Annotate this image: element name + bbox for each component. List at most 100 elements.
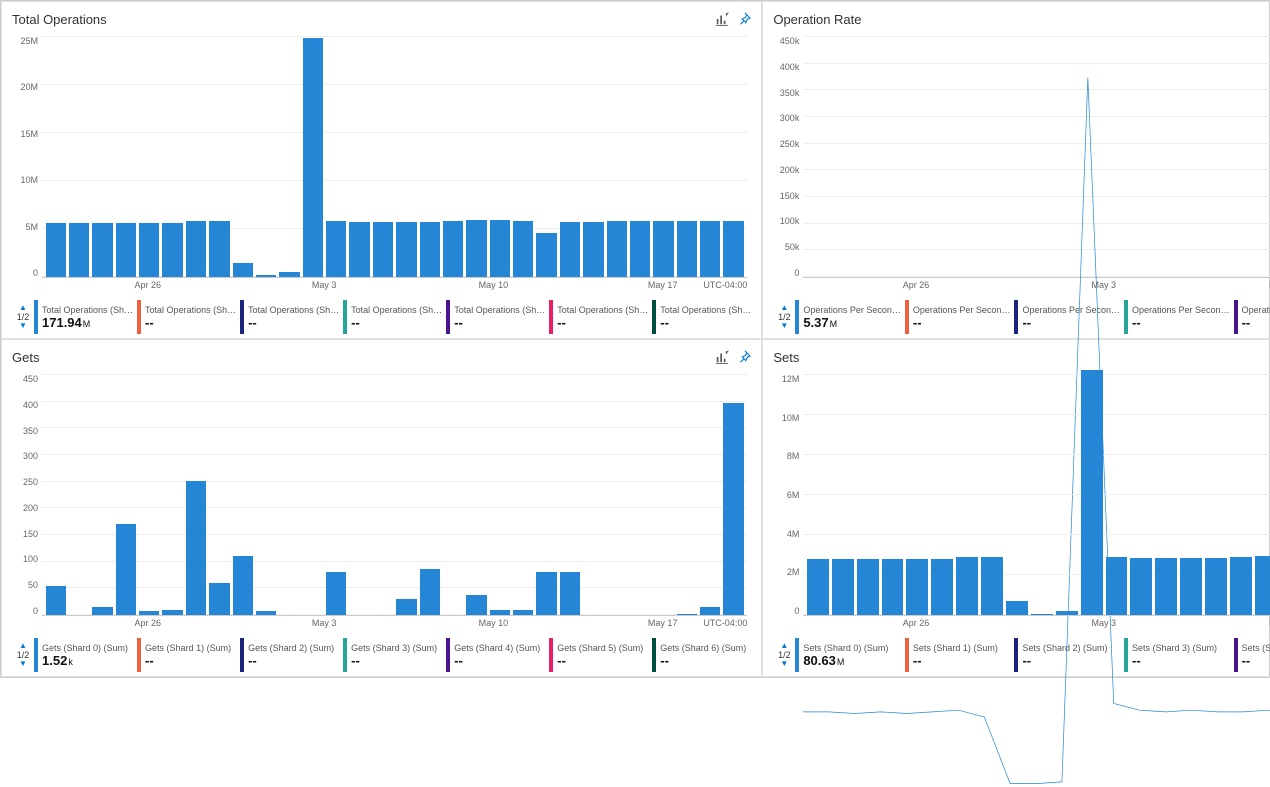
legend-item[interactable]: Gets (Shard 6) (Sum)--: [652, 638, 751, 672]
legend-item[interactable]: Total Operations (Sh…--: [446, 300, 545, 334]
bar[interactable]: [326, 572, 346, 615]
bar[interactable]: [1130, 558, 1152, 615]
bar[interactable]: [700, 607, 720, 615]
bar[interactable]: [1006, 601, 1028, 615]
bar[interactable]: [981, 557, 1003, 615]
bar[interactable]: [700, 221, 720, 277]
bar[interactable]: [396, 599, 416, 615]
bar[interactable]: [536, 572, 556, 615]
bar[interactable]: [490, 220, 510, 277]
bar[interactable]: [1255, 556, 1270, 615]
pin-icon[interactable]: [737, 350, 751, 364]
bar[interactable]: [956, 557, 978, 615]
bar[interactable]: [677, 221, 697, 277]
chevron-up-icon[interactable]: ▲: [19, 642, 27, 650]
bar[interactable]: [349, 222, 369, 277]
legend-item[interactable]: Total Operations (Sh…--: [652, 300, 751, 334]
legend-item[interactable]: Total Operations (Sh…--: [240, 300, 339, 334]
bar[interactable]: [513, 610, 533, 615]
bar[interactable]: [256, 275, 276, 277]
bar[interactable]: [1031, 614, 1053, 615]
chart-area[interactable]: 25M20M15M10M5M0Apr 26May 3May 10May 17UT…: [12, 36, 751, 298]
bar[interactable]: [279, 272, 299, 277]
bar[interactable]: [857, 559, 879, 615]
bar[interactable]: [466, 595, 486, 615]
bar[interactable]: [723, 403, 743, 615]
bar[interactable]: [92, 223, 112, 277]
bar[interactable]: [326, 221, 346, 277]
metrics-icon[interactable]: [715, 12, 729, 26]
bar[interactable]: [139, 611, 159, 615]
legend-item[interactable]: Total Operations (Sh…--: [549, 300, 648, 334]
bar[interactable]: [807, 559, 829, 615]
chevron-up-icon[interactable]: ▲: [780, 642, 788, 650]
chevron-down-icon[interactable]: ▼: [19, 322, 27, 330]
bar[interactable]: [607, 221, 627, 277]
bar[interactable]: [1155, 558, 1177, 615]
bar[interactable]: [256, 611, 276, 615]
legend-pager[interactable]: ▲1/2▼: [773, 638, 795, 672]
bar[interactable]: [209, 583, 229, 615]
bar[interactable]: [209, 221, 229, 277]
metrics-icon[interactable]: [715, 350, 729, 364]
legend-pager[interactable]: ▲1/2▼: [773, 300, 795, 334]
bar[interactable]: [92, 607, 112, 615]
bar[interactable]: [583, 222, 603, 277]
chevron-down-icon[interactable]: ▼: [19, 660, 27, 668]
chevron-up-icon[interactable]: ▲: [19, 304, 27, 312]
bar[interactable]: [233, 263, 253, 277]
bar[interactable]: [931, 559, 953, 615]
bar[interactable]: [46, 586, 66, 615]
bar[interactable]: [139, 223, 159, 277]
bar[interactable]: [186, 221, 206, 277]
chevron-down-icon[interactable]: ▼: [780, 322, 788, 330]
bar[interactable]: [46, 223, 66, 277]
bar[interactable]: [1205, 558, 1227, 615]
bar[interactable]: [630, 221, 650, 277]
bar[interactable]: [162, 223, 182, 277]
chart-area[interactable]: 12M10M8M6M4M2M0Apr 26May 3May 10May 17UT…: [773, 374, 1270, 636]
bar[interactable]: [116, 524, 136, 615]
bar[interactable]: [116, 223, 136, 277]
bar[interactable]: [69, 223, 89, 277]
legend-item[interactable]: Gets (Shard 2) (Sum)--: [240, 638, 339, 672]
legend-item[interactable]: Total Operations (Sh…171.94M: [34, 300, 133, 334]
chart-area[interactable]: 450k400k350k300k250k200k150k100k50k0Apr …: [773, 36, 1270, 298]
bar[interactable]: [1081, 370, 1103, 615]
bar[interactable]: [1106, 557, 1128, 615]
bar[interactable]: [677, 614, 697, 615]
bar[interactable]: [233, 556, 253, 615]
legend-item[interactable]: Total Operations (Sh…--: [137, 300, 236, 334]
bar[interactable]: [162, 610, 182, 615]
bar[interactable]: [420, 569, 440, 615]
bar[interactable]: [832, 559, 854, 615]
chevron-up-icon[interactable]: ▲: [780, 304, 788, 312]
legend-pager[interactable]: ▲1/2▼: [12, 638, 34, 672]
bar[interactable]: [536, 233, 556, 277]
legend-item[interactable]: Gets (Shard 1) (Sum)--: [137, 638, 236, 672]
bar[interactable]: [882, 559, 904, 615]
bar[interactable]: [490, 610, 510, 615]
bar[interactable]: [1056, 611, 1078, 615]
bar[interactable]: [1230, 557, 1252, 615]
chart-area[interactable]: 450400350300250200150100500Apr 26May 3Ma…: [12, 374, 751, 636]
bar[interactable]: [723, 221, 743, 277]
bar[interactable]: [186, 481, 206, 615]
bar[interactable]: [396, 222, 416, 277]
legend-item[interactable]: Total Operations (Sh…--: [343, 300, 442, 334]
legend-item[interactable]: Gets (Shard 3) (Sum)--: [343, 638, 442, 672]
bar[interactable]: [560, 222, 580, 277]
bar[interactable]: [373, 222, 393, 277]
chevron-down-icon[interactable]: ▼: [780, 660, 788, 668]
legend-item[interactable]: Gets (Shard 4) (Sum)--: [446, 638, 545, 672]
bar[interactable]: [303, 38, 323, 277]
bar[interactable]: [1180, 558, 1202, 615]
bar[interactable]: [906, 559, 928, 615]
legend-item[interactable]: Gets (Shard 0) (Sum)1.52k: [34, 638, 133, 672]
legend-item[interactable]: Gets (Shard 5) (Sum)--: [549, 638, 648, 672]
legend-pager[interactable]: ▲1/2▼: [12, 300, 34, 334]
bar[interactable]: [466, 220, 486, 277]
bar[interactable]: [653, 221, 673, 277]
bar[interactable]: [560, 572, 580, 615]
bar[interactable]: [513, 221, 533, 277]
